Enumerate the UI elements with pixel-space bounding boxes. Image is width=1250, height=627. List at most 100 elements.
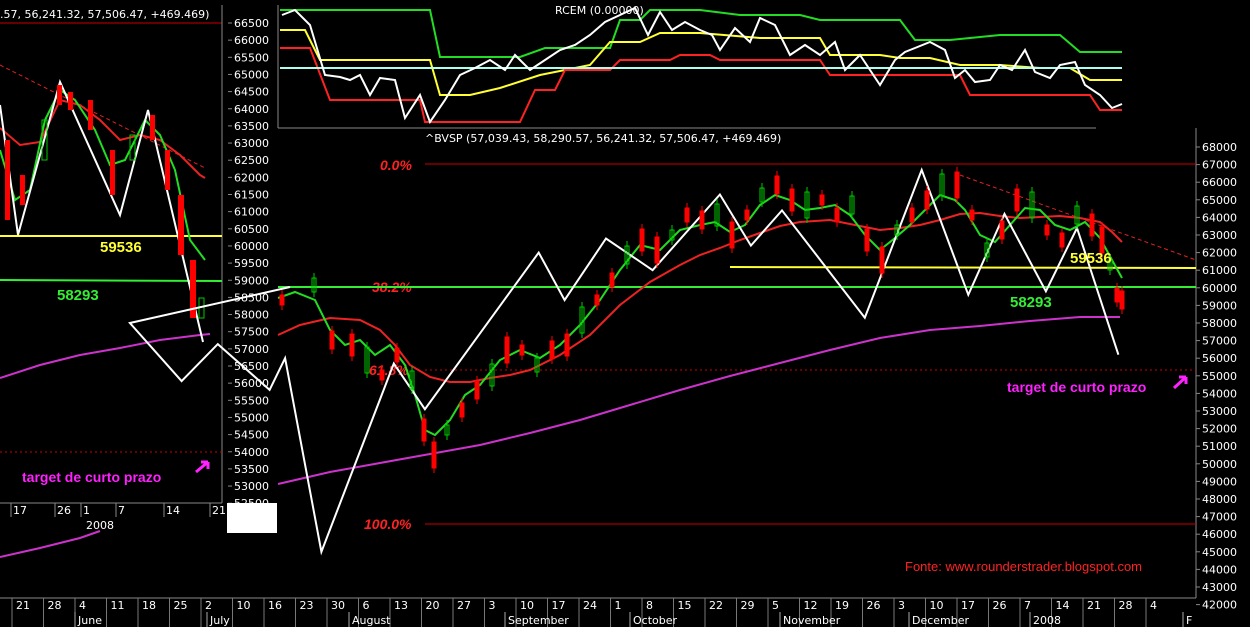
y-tick-label: 65000 <box>1202 194 1237 207</box>
fib-label-100: 100.0% <box>364 516 412 532</box>
y-tick-label: 57000 <box>234 343 269 356</box>
source-label: Fonte: www.rounderstrader.blogspot.com <box>905 559 1142 574</box>
y-tick-label: 44000 <box>1202 563 1237 576</box>
x-tick-label: 10 <box>930 599 944 612</box>
y-tick-label: 63000 <box>1202 229 1237 242</box>
y-tick-label: 60500 <box>234 223 269 236</box>
candle-body <box>431 441 437 469</box>
candle-body <box>279 294 285 306</box>
candle-body <box>394 347 400 363</box>
candle-body <box>594 294 600 306</box>
x-tick-label: 18 <box>142 599 156 612</box>
y-tick-label: 68000 <box>1202 141 1237 154</box>
inset-candle <box>5 140 10 220</box>
candle-body <box>459 402 465 418</box>
support-line <box>729 266 1197 269</box>
y-tick-label: 53000 <box>234 480 269 493</box>
inset-outside-sma-long <box>0 530 101 558</box>
x-axis-month-ticks: June July August September October November De… <box>74 612 1192 627</box>
candle-body <box>774 175 780 195</box>
inset-x-tick-label: 26 <box>57 504 71 517</box>
x-axis: 21 28 4 11 18 25 2 10 16 23 30 6 13 20 27 3 10 17 24 1 8 15 22… <box>0 597 1196 627</box>
y-tick-label: 59500 <box>234 257 269 270</box>
y-tick-label: 55500 <box>234 394 269 407</box>
candle-body <box>924 190 930 210</box>
y-tick-label: 61000 <box>234 206 269 219</box>
inset-title: .57, 56,241.32, 57,506.47, +469.469) <box>0 8 209 21</box>
x-tick-label: 10 <box>237 599 251 612</box>
y-tick-label: 62000 <box>1202 247 1237 260</box>
candle-body <box>819 194 825 206</box>
y-tick-label: 66000 <box>1202 176 1237 189</box>
sma-long <box>277 316 1120 485</box>
x-month-label: June <box>77 614 102 627</box>
x-tick-label: 10 <box>520 599 534 612</box>
y-tick-label: 64000 <box>234 103 269 116</box>
candle-body <box>504 336 510 364</box>
x-tick-label: 17 <box>961 599 975 612</box>
x-tick-label: 5 <box>772 599 779 612</box>
x-month-label: August <box>352 614 391 627</box>
y-tick-label: 42000 <box>1202 599 1237 612</box>
y-tick-label: 54500 <box>234 429 269 442</box>
x-tick-label: 24 <box>583 599 597 612</box>
y-tick-label: 62500 <box>234 154 269 167</box>
inset-candle <box>57 85 62 105</box>
y-tick-label: 54000 <box>1202 387 1237 400</box>
y-tick-label: 64000 <box>1202 211 1237 224</box>
x-tick-label: 2 <box>205 599 212 612</box>
candle-body <box>519 344 525 356</box>
candle-body <box>909 207 915 223</box>
x-tick-label: 22 <box>709 599 723 612</box>
x-tick-label: 3 <box>898 599 905 612</box>
x-tick-label: 19 <box>835 599 849 612</box>
x-tick-label: 28 <box>1119 599 1133 612</box>
y-tick-label: 61000 <box>1202 264 1237 277</box>
candle-body <box>349 333 355 357</box>
inset-corner-box <box>227 503 277 533</box>
inset-support-label: 59536 <box>100 239 142 256</box>
x-tick-label: 1 <box>615 599 622 612</box>
x-tick-label: 29 <box>741 599 755 612</box>
candle-body <box>789 188 795 212</box>
candle-body <box>609 272 615 288</box>
y-tick-label: 61500 <box>234 189 269 202</box>
y-tick-label: 57000 <box>1202 335 1237 348</box>
y-tick-label: 64500 <box>234 86 269 99</box>
candle-body <box>329 330 335 350</box>
swing-line <box>128 167 1120 556</box>
inset-panel: .57, 56,241.32, 57,506.47, +469.469) 665… <box>0 5 277 558</box>
candle-body <box>1059 232 1065 248</box>
x-tick-label: 7 <box>1024 599 1031 612</box>
x-month-label: December <box>912 614 970 627</box>
y-tick-label: 53500 <box>234 463 269 476</box>
candle-body <box>879 246 885 274</box>
y-tick-label: 54000 <box>234 446 269 459</box>
x-tick-label: 27 <box>457 599 471 612</box>
inset-trend-line <box>0 64 206 169</box>
inset-candle <box>165 150 170 190</box>
y-tick-label: 47000 <box>1202 511 1237 524</box>
x-tick-label: 12 <box>804 599 818 612</box>
sma-fast <box>277 193 1123 437</box>
support-label: 59536 <box>1070 250 1112 267</box>
y-tick-label: 67000 <box>1202 159 1237 172</box>
x-tick-label: 17 <box>552 599 566 612</box>
y-tick-label: 59000 <box>1202 299 1237 312</box>
y-tick-label: 43000 <box>1202 581 1237 594</box>
candle-body <box>1044 224 1050 236</box>
inset-target-arrow-icon <box>195 460 210 474</box>
y-tick-label: 51000 <box>1202 440 1237 453</box>
inset-candle <box>68 92 73 110</box>
y-tick-label: 53000 <box>1202 405 1237 418</box>
inset-resistance-label: 58293 <box>57 287 99 304</box>
y-tick-label: 65000 <box>234 68 269 81</box>
y-tick-label: 55000 <box>234 411 269 424</box>
x-tick-label: 21 <box>16 599 30 612</box>
candle-body <box>969 209 975 221</box>
x-tick-label: 8 <box>646 599 653 612</box>
candle-body <box>639 228 645 252</box>
y-tick-label: 58000 <box>1202 317 1237 330</box>
candle-body <box>999 220 1005 240</box>
x-tick-label: 15 <box>678 599 692 612</box>
